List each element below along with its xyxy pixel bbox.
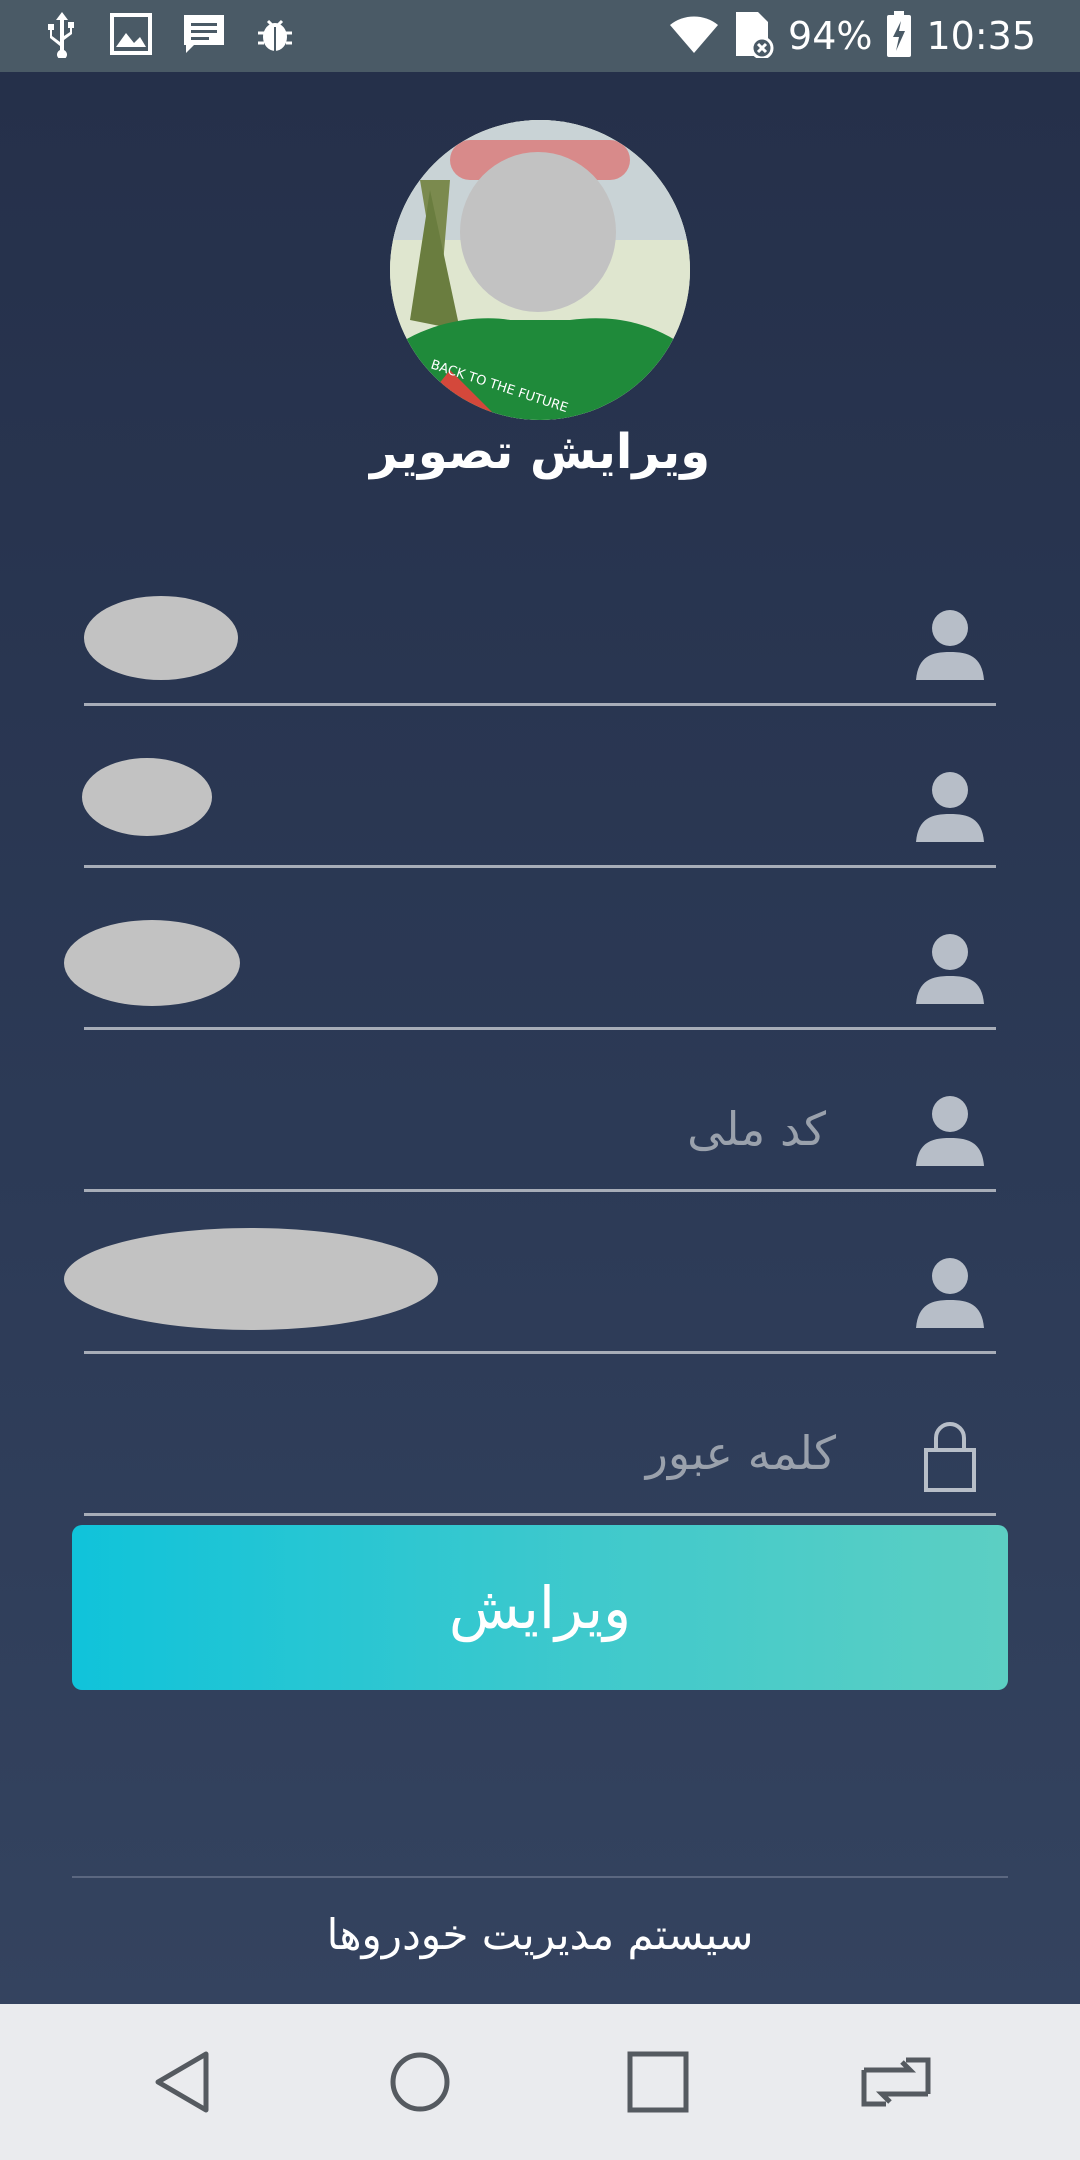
- recents-icon[interactable]: [618, 2042, 698, 2122]
- usb-icon: [44, 10, 80, 62]
- user-icon: [910, 766, 990, 846]
- field-5[interactable]: [64, 1192, 996, 1354]
- bug-icon: [256, 13, 294, 59]
- redacted-value: [82, 758, 212, 836]
- footer-divider: [72, 1876, 1008, 1878]
- submit-edit-button[interactable]: ویرایش: [72, 1525, 1008, 1690]
- message-icon: [182, 13, 226, 59]
- image-icon: [110, 13, 152, 59]
- field-underline: [84, 1513, 996, 1516]
- redacted-value: [64, 920, 240, 1006]
- national-code-field[interactable]: کد ملی: [84, 1030, 996, 1192]
- user-icon: [910, 1090, 990, 1170]
- back-icon[interactable]: [142, 2042, 222, 2122]
- redacted-value: [84, 596, 238, 680]
- first-name-field[interactable]: [84, 544, 996, 706]
- status-bar: 94% 10:35: [0, 0, 1080, 72]
- national-code-placeholder: کد ملی: [687, 1102, 826, 1156]
- password-field[interactable]: کلمه عبور: [84, 1354, 996, 1516]
- switch-app-icon[interactable]: [856, 2042, 936, 2122]
- home-icon[interactable]: [380, 2042, 460, 2122]
- system-indicators: 94% 10:35: [668, 10, 1036, 62]
- app-name-footer: سیستم مدیریت خودروها: [326, 1910, 754, 1959]
- user-icon: [910, 928, 990, 1008]
- password-placeholder: کلمه عبور: [645, 1426, 836, 1480]
- profile-edit-screen: BACK TO THE FUTURE ویرایش تصویر کد ملی ک…: [0, 72, 1080, 2004]
- last-name-field[interactable]: [82, 706, 996, 868]
- clock: 10:35: [926, 14, 1036, 58]
- profile-photo[interactable]: BACK TO THE FUTURE: [390, 120, 690, 420]
- navigation-bar: [0, 2004, 1080, 2160]
- wifi-icon: [668, 13, 720, 59]
- edit-photo-link[interactable]: ویرایش تصویر: [0, 424, 1080, 480]
- face-redaction: [460, 152, 616, 312]
- notification-icons: [44, 12, 294, 60]
- battery-charging-icon: [886, 11, 912, 61]
- redacted-value: [64, 1228, 438, 1330]
- user-icon: [910, 1252, 990, 1332]
- battery-percentage: 94%: [788, 14, 873, 58]
- user-icon: [910, 604, 990, 684]
- sim-off-icon: [734, 10, 774, 62]
- lock-icon: [910, 1414, 990, 1494]
- field-3[interactable]: [64, 868, 996, 1030]
